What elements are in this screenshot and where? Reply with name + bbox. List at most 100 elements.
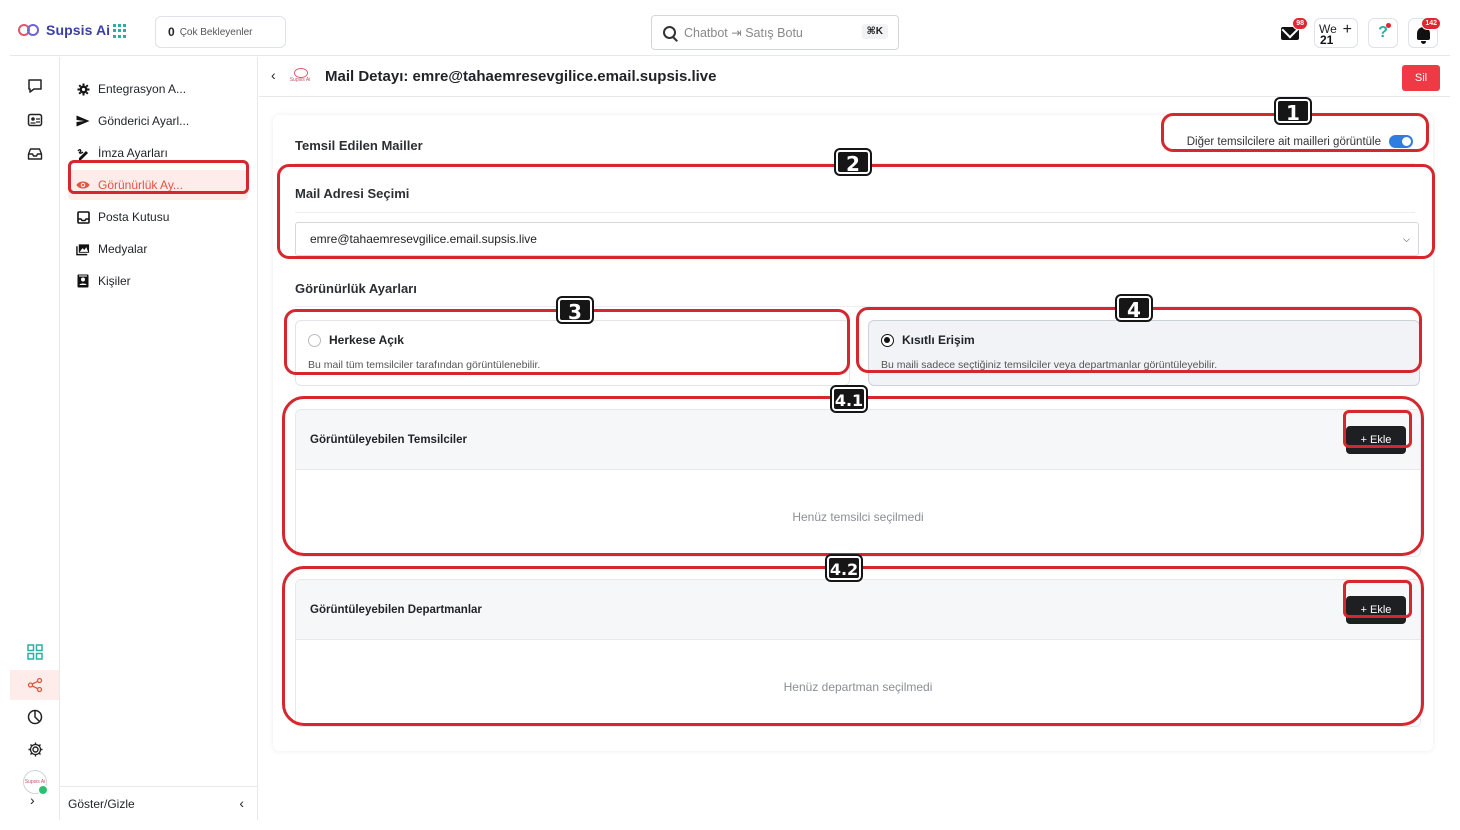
mail-select-title: Mail Adresi Seçimi <box>295 186 410 201</box>
week-day: 21 <box>1320 33 1334 47</box>
radio-restricted-dot[interactable] <box>881 333 894 347</box>
dashboard-icon <box>27 644 43 660</box>
rail-chat[interactable] <box>20 71 50 101</box>
settings-card: Temsil Edilen Mailler Diğer temsilcilere… <box>273 115 1433 751</box>
sidebar-item-label: Posta Kutusu <box>98 210 170 224</box>
annotation-4-1: 4.1 <box>832 387 866 411</box>
sidebar-item-integration[interactable]: Entegrasyon A... <box>68 74 248 104</box>
grid-apps-icon[interactable] <box>113 24 127 38</box>
add-icon: + <box>1342 21 1352 38</box>
agents-title: Görüntüleyebilen Temsilciler <box>310 434 467 446</box>
chat-icon <box>28 79 42 93</box>
eye-icon <box>76 178 90 192</box>
mail-logo: Supsis Ai <box>287 67 313 87</box>
radio-restricted[interactable]: Kısıtlı Erişim Bu maili sadece seçtiğini… <box>868 320 1420 386</box>
search-input[interactable] <box>684 25 844 40</box>
departments-title: Görüntüleyebilen Departmanlar <box>310 604 482 616</box>
brand-name: Supsis Ai <box>46 22 111 38</box>
inbox-icon <box>27 148 43 160</box>
help-icon: ? <box>1378 24 1388 41</box>
visibility-title: Görünürlük Ayarları <box>295 281 417 296</box>
rail-settings[interactable] <box>20 734 50 764</box>
avatar: Supsis Ai <box>23 770 48 795</box>
add-agent-button[interactable]: + Ekle <box>1346 426 1406 454</box>
expand-rail-icon[interactable]: › <box>30 792 35 808</box>
gear-icon <box>76 82 90 96</box>
agents-panel-header: Görüntüleyebilen Temsilciler + Ekle <box>296 410 1420 470</box>
sidebar-item-signature[interactable]: İmza Ayarları <box>68 138 248 168</box>
sidebar-item-label: Kişiler <box>98 274 131 288</box>
show-others-label: Diğer temsilcilere ait mailleri görüntül… <box>1186 135 1381 148</box>
icon-rail: Supsis Ai › <box>10 57 60 820</box>
radio-public-dot[interactable] <box>308 333 321 347</box>
annotation-4-2: 4.2 <box>827 556 861 580</box>
annotation-3: 3 <box>558 298 592 324</box>
divider <box>295 212 1415 213</box>
brand[interactable]: Supsis Ai <box>18 22 110 38</box>
settings-sidebar: Entegrasyon A... Gönderici Ayarl... İmza… <box>60 57 258 820</box>
sidebar-item-sender[interactable]: Gönderici Ayarl... <box>68 106 248 136</box>
rail-share[interactable] <box>10 670 59 700</box>
back-icon[interactable]: ‹ <box>271 67 276 83</box>
departments-empty: Henüz departman seçilmedi <box>783 680 933 694</box>
chevron-down-icon: ⌵ <box>1403 234 1410 244</box>
agents-empty: Henüz temsilci seçilmedi <box>792 510 924 524</box>
sidebar-item-label: İmza Ayarları <box>98 146 168 160</box>
sidebar-item-label: Medyalar <box>98 242 148 256</box>
delete-button[interactable]: Sil <box>1402 65 1440 91</box>
mail-address-value: emre@tahaemresevgilice.email.supsis.live <box>310 232 537 246</box>
annotation-2: 2 <box>836 150 870 176</box>
sidebar-item-mailbox[interactable]: Posta Kutusu <box>68 202 248 232</box>
rail-dashboard[interactable] <box>20 637 50 667</box>
pending-button[interactable]: 0 Çok Bekleyenler <box>155 16 286 48</box>
week-add-button[interactable]: We 21 + <box>1314 18 1358 48</box>
sidebar-item-label: Görünürlük Ay... <box>98 178 183 192</box>
sidebar-item-media[interactable]: Medyalar <box>68 234 248 264</box>
departments-panel: Görüntüleyebilen Departmanlar + Ekle Hen… <box>295 579 1421 727</box>
pending-label: Çok Bekleyenler <box>179 26 253 38</box>
top-right-actions: 98 We 21 + ? 142 <box>1276 17 1441 48</box>
rail-contacts[interactable] <box>20 105 50 135</box>
top-bar: Supsis Ai 0 Çok Bekleyenler ⌘K 98 We 21 … <box>10 10 1450 56</box>
chevron-left-icon[interactable]: ‹ <box>239 795 244 811</box>
show-others-toggle-row[interactable]: Diğer temsilcilere ait mailleri görüntül… <box>1187 135 1413 148</box>
brand-logo-icon <box>18 22 42 38</box>
radio-public[interactable]: Herkese Açık Bu mail tüm temsilciler tar… <box>295 320 850 386</box>
show-hide-toggle[interactable]: Göster/Gizle ‹ <box>60 786 258 820</box>
search-shortcut: ⌘K <box>861 24 888 39</box>
send-icon <box>76 114 90 128</box>
rail-inbox[interactable] <box>20 139 50 169</box>
sidebar-item-label: Entegrasyon A... <box>98 82 187 96</box>
divider <box>295 306 1415 307</box>
radio-restricted-label: Kısıtlı Erişim <box>902 333 975 347</box>
rail-profile[interactable]: Supsis Ai <box>20 767 50 797</box>
help-button[interactable]: ? <box>1368 18 1398 48</box>
represented-title: Temsil Edilen Mailler <box>295 138 423 153</box>
page-title: Mail Detayı: emre@tahaemresevgilice.emai… <box>325 68 717 85</box>
contacts-icon <box>76 274 90 288</box>
mail-address-select[interactable]: emre@tahaemresevgilice.email.supsis.live… <box>295 222 1419 256</box>
share-icon <box>27 677 42 693</box>
radio-restricted-desc: Bu maili sadece seçtiğiniz temsilciler v… <box>881 359 1218 371</box>
notifications-button[interactable]: 142 <box>1408 17 1441 48</box>
mail-button[interactable]: 98 <box>1276 17 1308 47</box>
contacts-icon <box>27 113 43 127</box>
inbox-icon <box>76 210 90 224</box>
search-icon <box>662 25 678 41</box>
rail-reports[interactable] <box>20 702 50 732</box>
signature-icon <box>76 146 90 160</box>
add-department-button[interactable]: + Ekle <box>1346 596 1406 624</box>
media-icon <box>76 242 90 256</box>
sidebar-item-contacts[interactable]: Kişiler <box>68 266 248 296</box>
sidebar-item-visibility[interactable]: Görünürlük Ay... <box>68 170 248 200</box>
app-window: Supsis Ai 0 Çok Bekleyenler ⌘K 98 We 21 … <box>10 10 1450 820</box>
show-others-switch[interactable] <box>1389 135 1413 148</box>
pending-count: 0 <box>168 25 175 39</box>
sidebar-item-label: Gönderici Ayarl... <box>98 114 190 128</box>
bell-badge: 142 <box>1421 17 1441 30</box>
search-box[interactable]: ⌘K <box>651 15 899 50</box>
annotation-4: 4 <box>1117 296 1151 322</box>
mail-badge: 98 <box>1292 17 1308 30</box>
agents-panel: Görüntüleyebilen Temsilciler + Ekle Henü… <box>295 409 1421 557</box>
radio-public-label: Herkese Açık <box>329 333 404 347</box>
